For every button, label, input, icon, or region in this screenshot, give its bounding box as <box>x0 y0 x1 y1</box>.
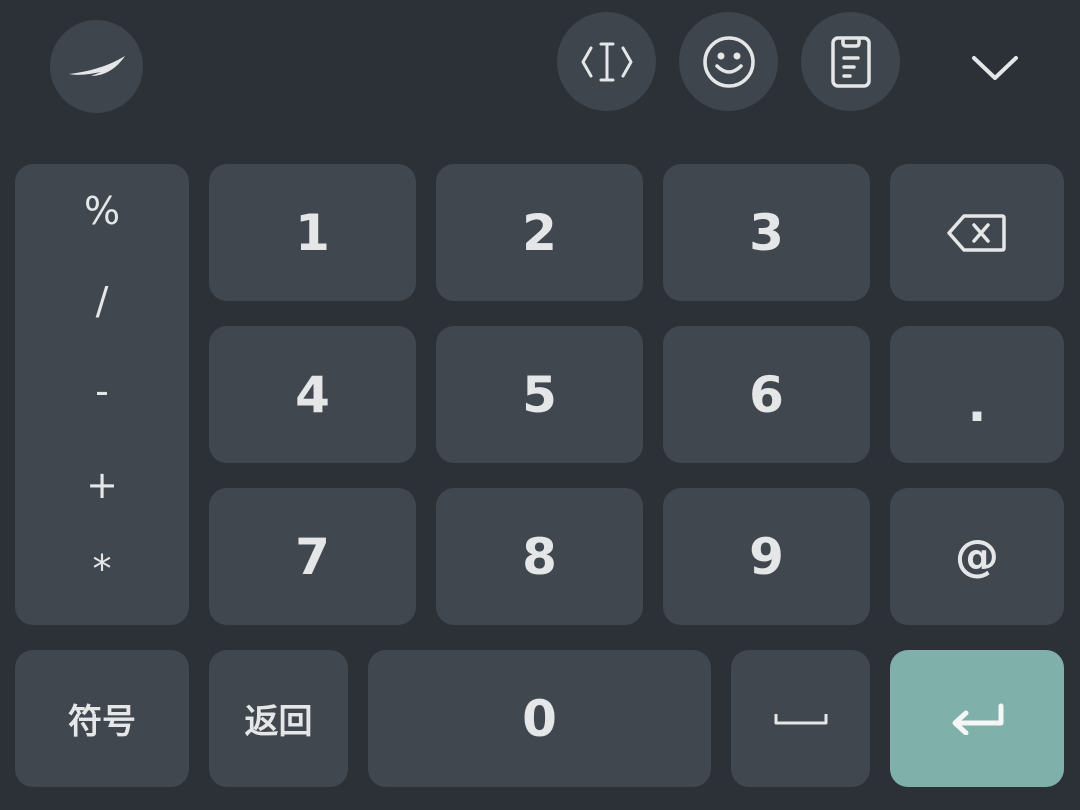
key-2[interactable]: 2 <box>436 164 643 301</box>
space-bar-icon <box>774 713 827 724</box>
smiley-icon <box>702 35 755 88</box>
backspace-key[interactable] <box>890 164 1064 301</box>
key-7[interactable]: 7 <box>209 488 416 625</box>
symbol-key-plus[interactable]: + <box>15 450 189 520</box>
swoosh-logo-icon <box>68 55 125 76</box>
clipboard-button[interactable] <box>801 12 900 111</box>
symbol-key-minus[interactable]: - <box>15 356 189 426</box>
symbol-mode-key[interactable]: 符号 <box>15 650 189 787</box>
symbol-key-slash[interactable]: / <box>15 266 189 336</box>
key-6[interactable]: 6 <box>663 326 870 463</box>
enter-arrow-icon <box>952 703 1004 735</box>
logo-button[interactable] <box>50 20 143 113</box>
key-dot[interactable]: . <box>890 326 1064 463</box>
key-4[interactable]: 4 <box>209 326 416 463</box>
key-8[interactable]: 8 <box>436 488 643 625</box>
clipboard-icon <box>830 35 871 88</box>
enter-key[interactable] <box>890 650 1064 787</box>
numeric-keyboard: % / - + * 1 2 3 4 5 6 . 7 8 9 @ 符号 返回 0 <box>0 0 1080 810</box>
back-key[interactable]: 返回 <box>209 650 348 787</box>
key-3[interactable]: 3 <box>663 164 870 301</box>
symbol-key-percent[interactable]: % <box>15 176 189 246</box>
cursor-control-button[interactable] <box>557 12 656 111</box>
symbol-column[interactable]: % / - + * <box>15 164 189 625</box>
key-5[interactable]: 5 <box>436 326 643 463</box>
chevron-down-icon <box>972 56 1018 80</box>
text-cursor-icon <box>581 42 632 81</box>
space-key[interactable] <box>731 650 870 787</box>
collapse-keyboard-button[interactable] <box>955 35 1035 99</box>
symbol-key-asterisk[interactable]: * <box>15 534 189 604</box>
key-1[interactable]: 1 <box>209 164 416 301</box>
backspace-icon <box>947 213 1006 252</box>
emoji-button[interactable] <box>679 12 778 111</box>
key-9[interactable]: 9 <box>663 488 870 625</box>
key-0[interactable]: 0 <box>368 650 711 787</box>
key-at[interactable]: @ <box>890 488 1064 625</box>
